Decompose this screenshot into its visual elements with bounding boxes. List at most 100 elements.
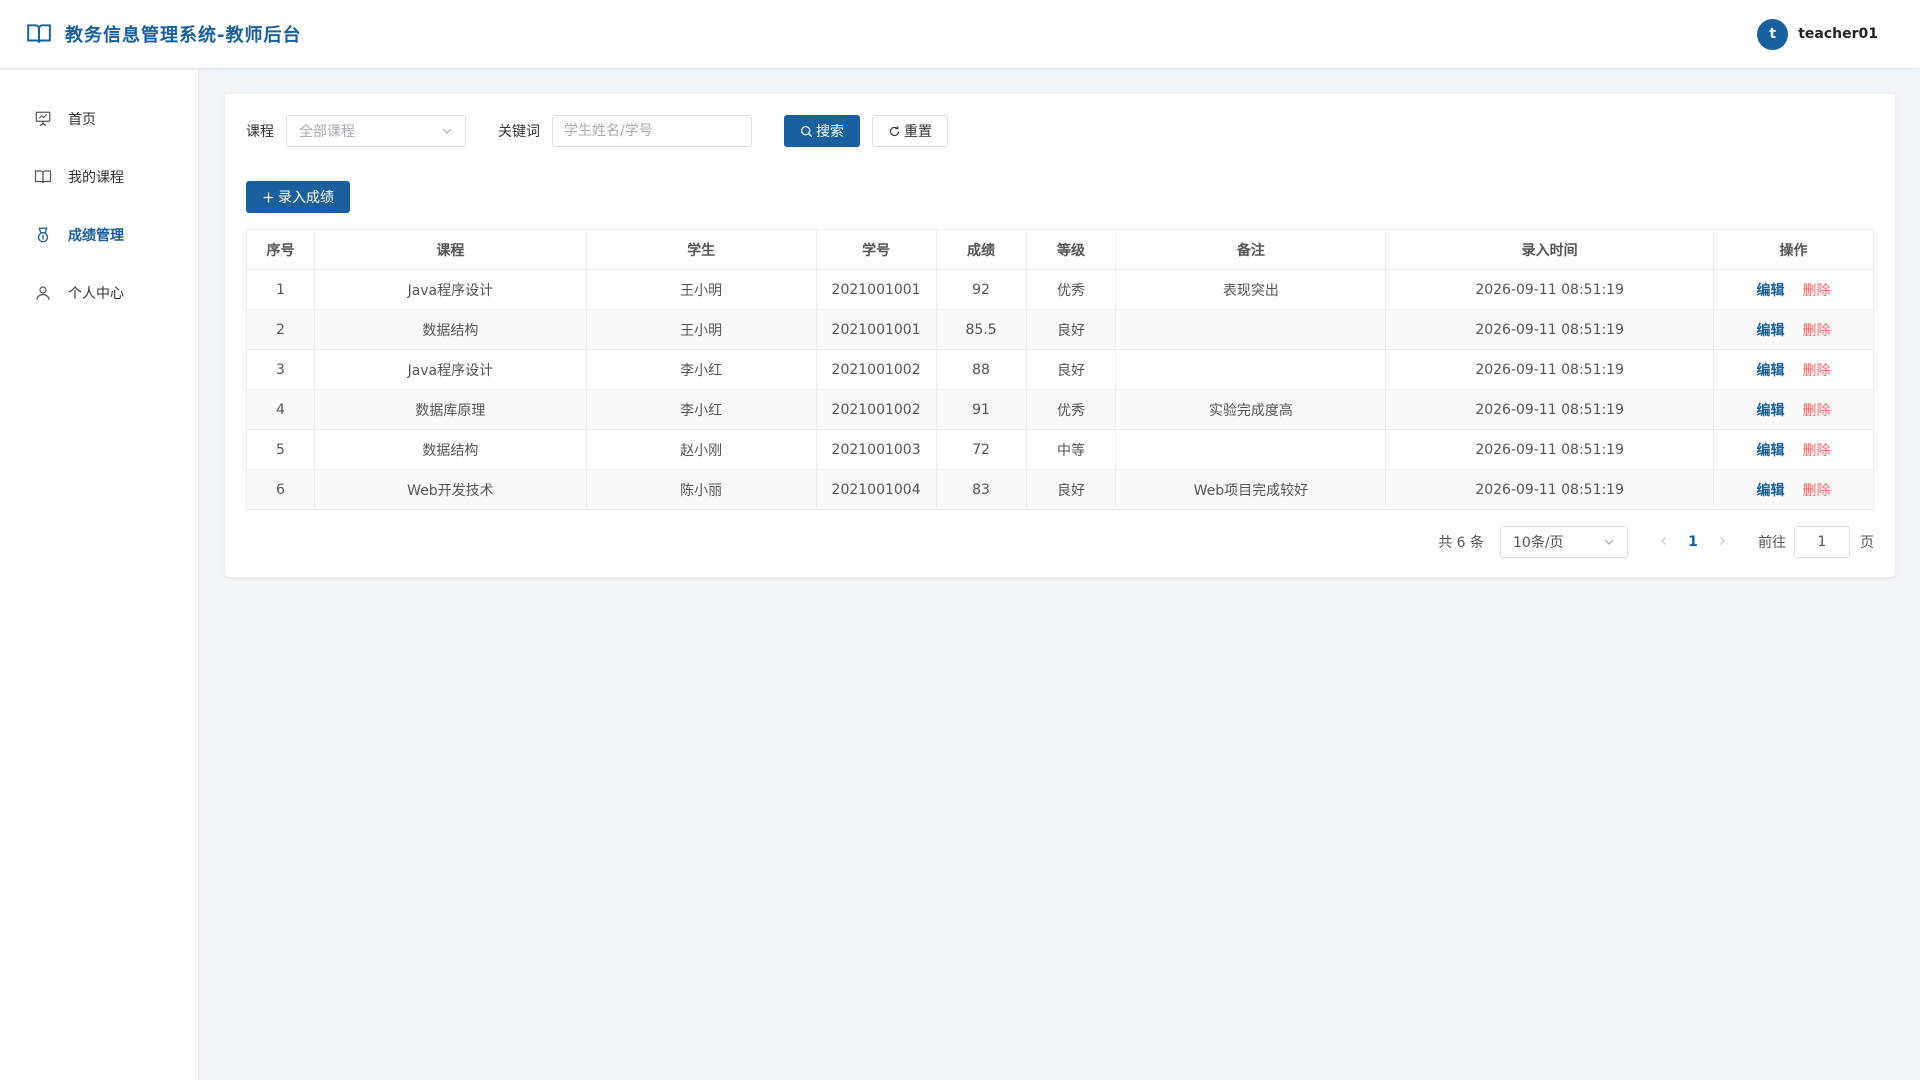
cell-student: 王小明 <box>585 309 817 350</box>
chevron-left-icon <box>1661 537 1666 545</box>
cell-grade: 良好 <box>1025 309 1117 350</box>
cell-note <box>1115 309 1387 350</box>
username[interactable]: teacher01 <box>1798 26 1878 42</box>
sidebar-item-home[interactable]: 首页 <box>0 90 198 148</box>
cell-grade: 中等 <box>1025 429 1117 470</box>
course-filter-label: 课程 <box>246 124 274 140</box>
cell-student: 李小红 <box>585 349 817 390</box>
filter-bar: 课程 全部课程 关键词 搜索 重置 <box>246 115 1874 147</box>
column-header: 等级 <box>1025 229 1117 270</box>
sidebar-item-profile[interactable]: 个人中心 <box>0 264 198 322</box>
total-count: 共 6 条 <box>1438 535 1484 551</box>
cell-score: 85.5 <box>935 309 1027 350</box>
cell-sid: 2021001004 <box>815 469 937 510</box>
cell-actions: 编辑 删除 <box>1713 349 1874 390</box>
page-size-select[interactable]: 10条/页 <box>1500 526 1628 558</box>
course-select[interactable]: 全部课程 <box>286 115 466 147</box>
cell-note <box>1115 429 1387 470</box>
search-button[interactable]: 搜索 <box>784 115 860 147</box>
cell-course: 数据结构 <box>313 429 587 470</box>
edit-button[interactable]: 编辑 <box>1757 443 1785 459</box>
edit-button[interactable]: 编辑 <box>1757 363 1785 379</box>
cell-note: 实验完成度高 <box>1115 389 1387 430</box>
cell-sid: 2021001003 <box>815 429 937 470</box>
goto-page-input[interactable] <box>1794 526 1850 558</box>
delete-button[interactable]: 删除 <box>1803 363 1831 379</box>
sidebar-item-grade-management[interactable]: 成绩管理 <box>0 206 198 264</box>
sidebar-item-label: 我的课程 <box>68 170 124 186</box>
delete-button[interactable]: 删除 <box>1803 283 1831 299</box>
delete-button[interactable]: 删除 <box>1803 323 1831 339</box>
cell-sid: 2021001001 <box>815 269 937 310</box>
cell-grade: 良好 <box>1025 349 1117 390</box>
sidebar-item-label: 个人中心 <box>68 286 124 302</box>
cell-actions: 编辑 删除 <box>1713 269 1874 310</box>
cell-grade: 优秀 <box>1025 269 1117 310</box>
cell-actions: 编辑 删除 <box>1713 309 1874 350</box>
user-menu[interactable]: t teacher01 <box>1757 18 1878 50</box>
cell-student: 李小红 <box>585 389 817 430</box>
column-header: 成绩 <box>935 229 1027 270</box>
cell-time: 2026-09-11 08:51:19 <box>1385 389 1715 430</box>
avatar[interactable]: t <box>1757 18 1789 50</box>
brand: 教务信息管理系统-教师后台 <box>26 21 301 47</box>
keyword-filter-label: 关键词 <box>498 124 540 140</box>
cell-no: 4 <box>246 389 315 430</box>
cell-grade: 良好 <box>1025 469 1117 510</box>
plus-icon <box>263 192 274 202</box>
top-header: 教务信息管理系统-教师后台 t teacher01 <box>0 0 1920 69</box>
sidebar-item-label: 首页 <box>68 112 96 128</box>
delete-button[interactable]: 删除 <box>1803 443 1831 459</box>
cell-score: 72 <box>935 429 1027 470</box>
cell-time: 2026-09-11 08:51:19 <box>1385 269 1715 310</box>
table-row: 5 数据结构 赵小刚 2021001003 72 中等 2026-09-11 08:51:1… <box>246 429 1874 470</box>
cell-no: 3 <box>246 349 315 390</box>
add-grade-button[interactable]: 录入成绩 <box>246 181 350 213</box>
pagination: 共 6 条 10条/页 1 前往 页 <box>246 526 1874 558</box>
search-button-label: 搜索 <box>816 124 844 140</box>
edit-button[interactable]: 编辑 <box>1757 283 1785 299</box>
keyword-input[interactable] <box>552 115 752 147</box>
book-icon <box>34 168 52 186</box>
table-row: 3 Java程序设计 李小红 2021001002 88 良好 2026-09-11 08:… <box>246 349 1874 390</box>
page-number[interactable]: 1 <box>1676 534 1710 550</box>
chevron-down-icon <box>1604 539 1614 545</box>
cell-score: 92 <box>935 269 1027 310</box>
next-page-button[interactable] <box>1710 534 1734 550</box>
prev-page-button[interactable] <box>1652 534 1676 550</box>
toolbar: 录入成绩 <box>246 181 1874 213</box>
sidebar: 首页 我的课程 成绩管理 个人中心 <box>0 70 199 1080</box>
goto-unit: 页 <box>1860 535 1874 551</box>
column-header: 课程 <box>313 229 587 270</box>
cell-student: 赵小刚 <box>585 429 817 470</box>
cell-sid: 2021001001 <box>815 309 937 350</box>
cell-note: Web项目完成较好 <box>1115 469 1387 510</box>
grade-panel: 课程 全部课程 关键词 搜索 重置 录入成绩 序号 课程 学生 <box>225 94 1895 577</box>
edit-button[interactable]: 编辑 <box>1757 323 1785 339</box>
edit-button[interactable]: 编辑 <box>1757 403 1785 419</box>
edit-button[interactable]: 编辑 <box>1757 483 1785 499</box>
cell-no: 2 <box>246 309 315 350</box>
cell-time: 2026-09-11 08:51:19 <box>1385 429 1715 470</box>
column-header: 录入时间 <box>1385 229 1715 270</box>
cell-time: 2026-09-11 08:51:19 <box>1385 309 1715 350</box>
cell-score: 83 <box>935 469 1027 510</box>
cell-actions: 编辑 删除 <box>1713 469 1874 510</box>
delete-button[interactable]: 删除 <box>1803 403 1831 419</box>
presentation-board-icon <box>34 110 52 128</box>
reset-button[interactable]: 重置 <box>872 115 948 147</box>
user-icon <box>34 284 52 302</box>
table-row: 2 数据结构 王小明 2021001001 85.5 良好 2026-09-11 08:51… <box>246 309 1874 350</box>
sidebar-item-my-courses[interactable]: 我的课程 <box>0 148 198 206</box>
cell-course: 数据结构 <box>313 309 587 350</box>
cell-actions: 编辑 删除 <box>1713 429 1874 470</box>
course-select-value: 全部课程 <box>299 124 355 140</box>
search-icon <box>800 125 813 137</box>
cell-student: 王小明 <box>585 269 817 310</box>
cell-actions: 编辑 删除 <box>1713 389 1874 430</box>
page-size-value: 10条/页 <box>1513 535 1564 551</box>
cell-score: 91 <box>935 389 1027 430</box>
table-header-row: 序号 课程 学生 学号 成绩 等级 备注 录入时间 操作 <box>246 229 1874 270</box>
reset-button-label: 重置 <box>904 124 932 140</box>
delete-button[interactable]: 删除 <box>1803 483 1831 499</box>
